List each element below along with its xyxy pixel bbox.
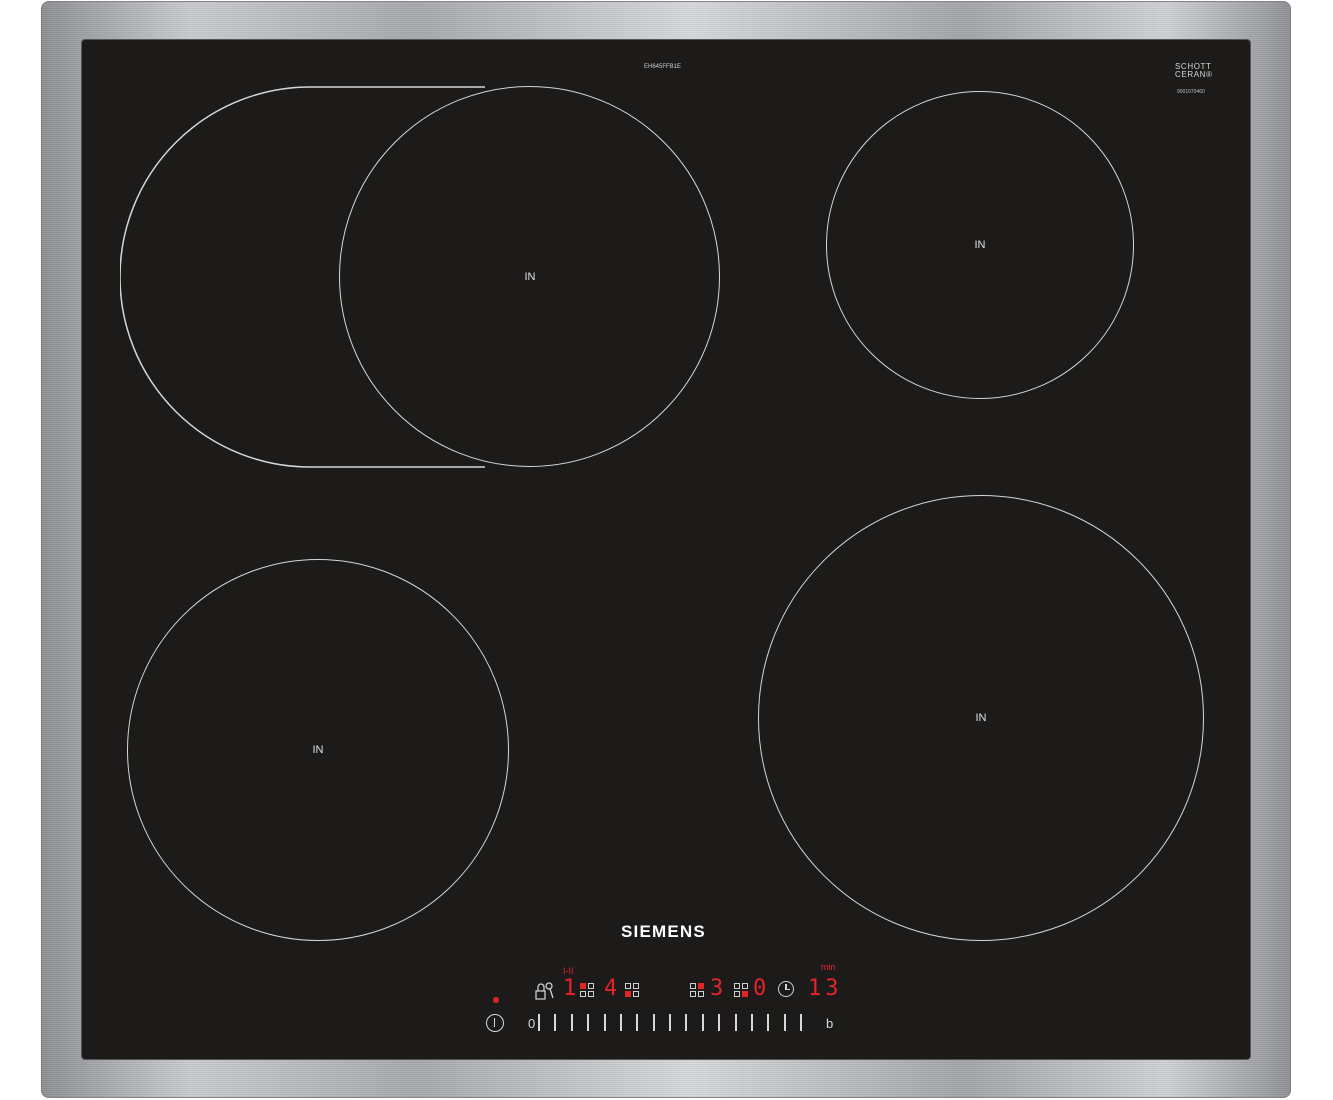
slider-tick[interactable] <box>718 1014 721 1031</box>
slider-tick[interactable] <box>685 1014 688 1031</box>
zone-label-rear-left: IN <box>524 271 536 283</box>
power-slider[interactable] <box>538 1014 802 1032</box>
model-number: EH645FFB1E <box>644 64 682 70</box>
ceran-text: CERAN® <box>1175 70 1213 79</box>
slider-tick[interactable] <box>701 1014 704 1031</box>
slider-tick[interactable] <box>538 1014 540 1031</box>
slider-tick[interactable] <box>750 1014 753 1031</box>
slider-tick[interactable] <box>652 1014 655 1031</box>
slider-min-label[interactable]: 0 <box>528 1016 535 1031</box>
timer-display: 13 <box>808 976 843 1001</box>
serial-number: 9001070460 <box>1177 89 1205 95</box>
boost-button[interactable]: b <box>826 1016 833 1031</box>
zone-2-selector-icon[interactable] <box>625 983 639 997</box>
zone-label-front-right: IN <box>975 712 987 724</box>
zone-label-front-left: IN <box>312 744 324 756</box>
slider-tick[interactable] <box>587 1014 590 1031</box>
zone-4-power-display: 0 <box>753 976 767 1001</box>
timer-unit-label: min <box>821 962 836 972</box>
slider-tick[interactable] <box>570 1014 573 1031</box>
slider-tick[interactable] <box>669 1014 671 1031</box>
slider-tick[interactable] <box>734 1014 737 1031</box>
zone-label-rear-right: IN <box>974 239 986 251</box>
slider-tick[interactable] <box>619 1014 622 1031</box>
zone-1-selector-icon[interactable] <box>580 983 594 997</box>
flex-indicator: I-II <box>563 966 574 976</box>
zone-3-selector-icon[interactable] <box>690 983 704 997</box>
power-indicator-light <box>493 997 499 1003</box>
slider-tick[interactable] <box>636 1014 639 1031</box>
slider-tick[interactable] <box>783 1014 786 1031</box>
slider-tick[interactable] <box>800 1014 802 1031</box>
zone-2-power-display: 4 <box>604 976 618 1001</box>
brand-logo: SIEMENS <box>621 922 706 941</box>
schott-ceran-logo: SCHOTT CERAN® <box>1175 63 1213 79</box>
zone-3-power-display: 3 <box>710 976 724 1001</box>
child-lock-icon[interactable] <box>533 979 555 1001</box>
zone-4-selector-icon[interactable] <box>734 983 748 997</box>
zone-1-power-display: 1 <box>563 976 577 1001</box>
power-button[interactable] <box>486 1014 504 1032</box>
slider-tick[interactable] <box>603 1014 606 1031</box>
slider-tick[interactable] <box>767 1014 770 1031</box>
timer-icon[interactable] <box>778 981 794 997</box>
slider-tick[interactable] <box>554 1014 557 1031</box>
